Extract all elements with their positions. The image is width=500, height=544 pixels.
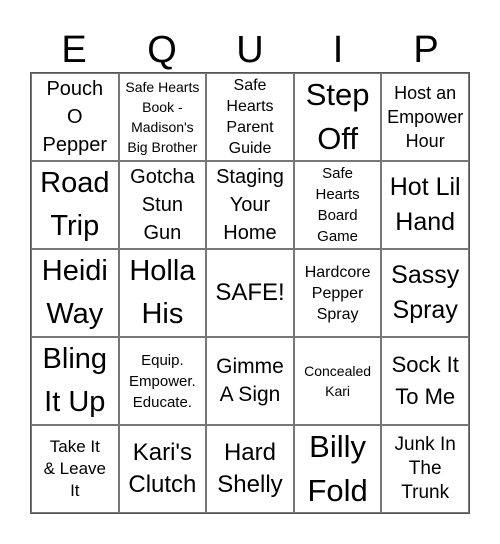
header-letter-q: Q	[147, 29, 177, 71]
cell-text: Bling It Up	[42, 343, 108, 418]
bingo-cell[interactable]: Heidi Way	[31, 249, 119, 337]
bingo-board: Pouch O Pepper Safe Hearts Book - Madiso…	[30, 72, 470, 514]
bingo-cell[interactable]: Hard Shelly	[206, 425, 294, 513]
bingo-cell[interactable]: Step Off	[293, 73, 382, 161]
cell-text: Host an Empower Hour	[387, 83, 464, 151]
bingo-cell[interactable]: Bling It Up	[31, 337, 119, 425]
bingo-cell[interactable]: Concealed Kari	[293, 337, 382, 425]
cell-text: Kari's Clutch	[128, 439, 197, 498]
bingo-cell[interactable]: Billy Fold	[293, 425, 382, 513]
bingo-cell[interactable]: Safe Hearts Book - Madison's Big Brother	[118, 73, 207, 161]
bingo-cell[interactable]: Sock It To Me	[381, 337, 469, 425]
cell-text: Concealed Kari	[304, 363, 372, 399]
bingo-cell[interactable]: Host an Empower Hour	[381, 73, 469, 161]
free-space-text: SAFE!	[215, 279, 285, 306]
bingo-cell[interactable]: Junk In The Trunk	[381, 425, 469, 513]
header-letter-u: U	[236, 29, 264, 71]
bingo-cell[interactable]: Safe Hearts Parent Guide	[206, 73, 294, 161]
bingo-cell[interactable]: Kari's Clutch	[118, 425, 207, 513]
bingo-cell[interactable]: Sassy Spray	[381, 249, 469, 337]
bingo-cell[interactable]: Holla His	[118, 249, 207, 337]
cell-text: Gotcha Stun Gun	[130, 166, 195, 244]
bingo-cell[interactable]: Take It & Leave It	[31, 425, 119, 513]
cell-text: Gimme A Sign	[216, 355, 284, 406]
cell-text: Junk In The Trunk	[394, 434, 456, 503]
cell-text: Holla His	[129, 255, 196, 330]
bingo-cell[interactable]: Hot Lil Hand	[381, 161, 469, 249]
cell-text: Safe Hearts Board Game	[315, 165, 360, 245]
bingo-cell[interactable]: Hardcore Pepper Spray	[293, 249, 382, 337]
header-letter-p: P	[413, 29, 439, 71]
bingo-header: E Q U I P	[30, 28, 470, 72]
bingo-cell[interactable]: Staging Your Home	[206, 161, 294, 249]
cell-text: Pouch O Pepper	[42, 78, 108, 156]
cell-text: Safe Hearts Book - Madison's Big Brother	[125, 79, 200, 155]
bingo-cell[interactable]: Road Trip	[31, 161, 119, 249]
cell-text: Sock It To Me	[391, 352, 459, 409]
cell-text: Staging Your Home	[216, 166, 284, 244]
bingo-cell[interactable]: Safe Hearts Board Game	[293, 161, 382, 249]
bingo-cell free-space[interactable]: SAFE!	[206, 249, 294, 337]
bingo-cell[interactable]: Equip. Empower. Educate.	[118, 337, 207, 425]
cell-text: Step Off	[305, 77, 370, 156]
bingo-cell[interactable]: Gimme A Sign	[206, 337, 294, 425]
cell-text: Billy Fold	[307, 429, 368, 508]
cell-text: Hardcore Pepper Spray	[304, 263, 371, 323]
cell-text: Hard Shelly	[217, 439, 283, 498]
bingo-cell[interactable]: Gotcha Stun Gun	[118, 161, 207, 249]
cell-text: Equip. Empower. Educate.	[129, 351, 196, 411]
bingo-cell[interactable]: Pouch O Pepper	[31, 73, 119, 161]
cell-text: Safe Hearts Parent Guide	[226, 77, 274, 157]
cell-text: Road Trip	[40, 167, 110, 242]
cell-text: Sassy Spray	[391, 261, 460, 324]
cell-text: Hot Lil Hand	[389, 173, 461, 236]
header-letter-e: E	[61, 29, 87, 71]
header-letter-i: I	[332, 29, 344, 71]
cell-text: Heidi Way	[41, 255, 108, 330]
cell-text: Take It & Leave It	[43, 437, 106, 500]
